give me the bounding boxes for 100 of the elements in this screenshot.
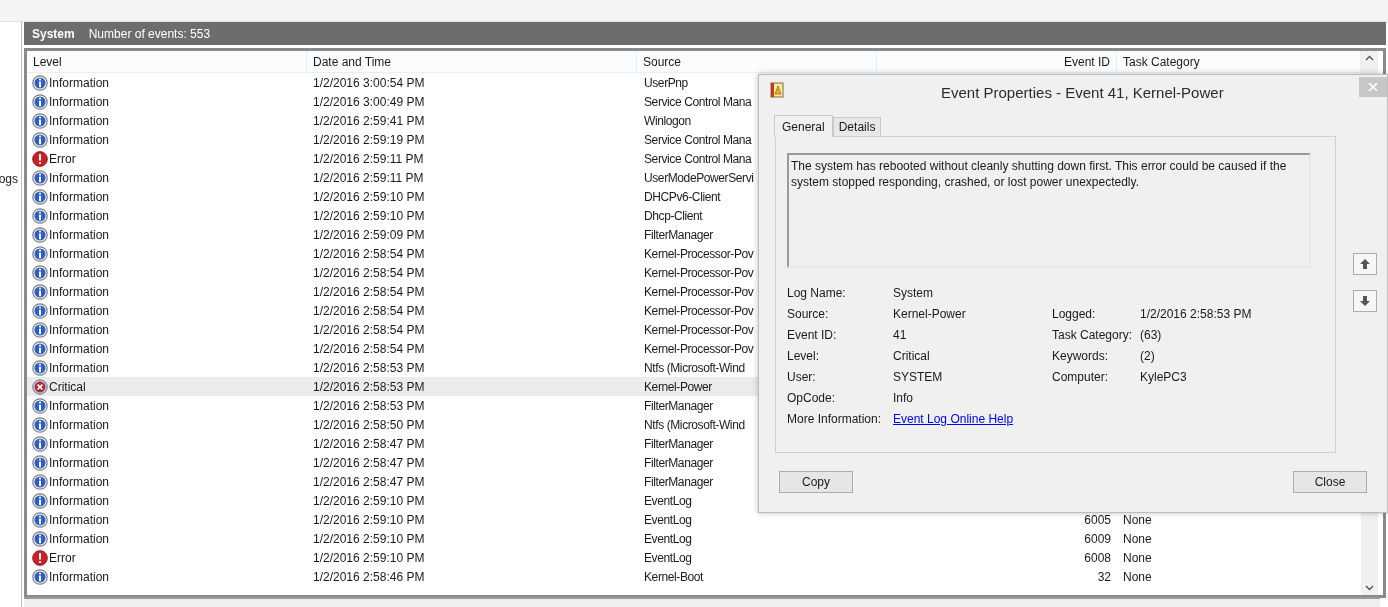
info-icon	[32, 340, 48, 357]
error-icon	[32, 150, 48, 167]
info-icon	[32, 188, 48, 205]
event-row[interactable]: Information 1/2/2016 2:59:10 PM EventLog 6005 None	[27, 510, 1361, 529]
column-header[interactable]: Source	[643, 52, 682, 71]
category-text: None	[1123, 569, 1152, 584]
info-icon	[32, 131, 48, 148]
field-value: Critical	[893, 349, 930, 363]
previous-event-button[interactable]	[1353, 253, 1377, 275]
event-id-text: 6005	[1084, 511, 1111, 529]
level-text: Information	[49, 397, 110, 415]
source-text: Kernel-Processor-Pov	[644, 322, 754, 337]
arrow-up-icon	[1359, 258, 1371, 270]
date-text: 1/2/2016 2:59:10 PM	[313, 550, 425, 565]
source-text: Kernel-Processor-Pov	[644, 341, 754, 356]
date-text: 1/2/2016 2:59:10 PM	[313, 189, 425, 204]
column-header[interactable]: Date and Time	[313, 52, 392, 71]
source-text: EventLog	[644, 531, 692, 546]
level-text: Information	[49, 283, 110, 301]
event-row[interactable]: Information 1/2/2016 2:58:46 PM Kernel-Boot 32 None	[27, 567, 1361, 586]
level-text: Information	[49, 112, 110, 130]
date-text: 1/2/2016 2:58:54 PM	[313, 246, 425, 261]
date-text: 1/2/2016 2:59:10 PM	[313, 531, 425, 546]
field-label: Event ID:	[787, 328, 837, 342]
info-icon	[32, 397, 48, 414]
date-text: 1/2/2016 2:59:09 PM	[313, 227, 425, 242]
column-header[interactable]: Level	[33, 52, 62, 71]
event-id-text: 32	[1097, 568, 1111, 586]
source-text: Kernel-Power	[644, 379, 712, 394]
event-row[interactable]: Information 1/2/2016 2:58:47 PM FilterManager	[27, 434, 1361, 453]
event-row[interactable]: Error 1/2/2016 2:59:10 PM EventLog 6008 None	[27, 548, 1361, 567]
source-text: UserModePowerServi	[644, 170, 754, 185]
category-text: None	[1123, 531, 1152, 546]
dialog-button[interactable]: Close	[1293, 471, 1367, 493]
source-text: Service Control Mana	[644, 94, 752, 109]
critical-icon	[32, 378, 48, 395]
source-text: FilterManager	[644, 398, 713, 413]
info-icon	[32, 435, 48, 452]
info-icon	[32, 511, 48, 528]
event-row[interactable]: Information 1/2/2016 2:59:10 PM EventLog	[27, 491, 1361, 510]
source-text: UserPnp	[644, 75, 688, 90]
event-row[interactable]: Information 1/2/2016 2:59:10 PM EventLog 6009 None	[27, 529, 1361, 548]
message-box: The system has rebooted without cleanly shutting down first. This error could be caused if the system stopped responding, crashed, or lost power unexpectedly.	[787, 153, 1311, 268]
column-header[interactable]: Event ID	[1063, 52, 1110, 71]
column-header[interactable]: Task Category	[1123, 52, 1200, 71]
scroll-down-icon[interactable]	[1365, 585, 1374, 591]
level-text: Information	[49, 74, 110, 92]
date-text: 1/2/2016 2:59:11 PM	[313, 151, 424, 166]
scroll-up-icon[interactable]	[1365, 55, 1374, 61]
event-id-text: 6008	[1084, 549, 1111, 567]
source-text: EventLog	[644, 550, 692, 565]
field-label: Level:	[787, 349, 820, 363]
level-text: Information	[49, 454, 110, 472]
level-text: Information	[49, 302, 110, 320]
info-icon	[32, 454, 48, 471]
date-text: 1/2/2016 2:58:53 PM	[313, 360, 425, 375]
tab[interactable]: General	[774, 115, 833, 137]
field-label: Log Name:	[787, 286, 846, 300]
source-text: FilterManager	[644, 436, 713, 451]
date-text: 1/2/2016 3:00:49 PM	[313, 94, 425, 109]
field-value: Kernel-Power	[893, 307, 966, 321]
date-text: 1/2/2016 3:00:54 PM	[313, 75, 425, 90]
level-text: Critical	[49, 378, 86, 396]
date-text: 1/2/2016 2:58:54 PM	[313, 284, 425, 299]
help-link[interactable]: Event Log Online Help	[893, 412, 1014, 426]
source-text: Service Control Mana	[644, 132, 752, 147]
info-icon	[32, 283, 48, 300]
date-text: 1/2/2016 2:59:11 PM	[313, 170, 424, 185]
level-text: Information	[49, 359, 110, 377]
sidebar-text: ogs	[0, 171, 18, 188]
level-text: Information	[49, 169, 110, 187]
level-text: Information	[49, 93, 110, 111]
info-icon	[32, 321, 48, 338]
date-text: 1/2/2016 2:59:10 PM	[313, 493, 425, 508]
date-text: 1/2/2016 2:58:46 PM	[313, 569, 425, 584]
field-label: Source:	[787, 307, 829, 321]
source-text: Service Control Mana	[644, 151, 752, 166]
source-text: Kernel-Boot	[644, 569, 703, 584]
tab[interactable]: Details	[832, 117, 882, 136]
date-text: 1/2/2016 2:58:54 PM	[313, 322, 425, 337]
source-text: Ntfs (Microsoft-Wind	[644, 417, 745, 432]
date-text: 1/2/2016 2:58:54 PM	[313, 265, 425, 280]
level-text: Information	[49, 492, 110, 510]
info-icon	[32, 207, 48, 224]
level-text: Error	[49, 150, 76, 168]
event-row[interactable]: Information 1/2/2016 2:58:47 PM FilterManager	[27, 453, 1361, 472]
event-count: Number of events: 553	[88, 25, 211, 43]
dialog-button[interactable]: Copy	[779, 471, 853, 493]
info-icon	[32, 245, 48, 262]
info-icon	[32, 264, 48, 281]
field-label: Task Category:	[1052, 328, 1133, 342]
field-value: (2)	[1140, 349, 1155, 363]
next-event-button[interactable]	[1353, 290, 1377, 312]
date-text: 1/2/2016 2:58:50 PM	[313, 417, 425, 432]
info-icon	[32, 226, 48, 243]
source-text: DHCPv6-Client	[644, 189, 721, 204]
event-id-text: 6009	[1084, 530, 1111, 548]
source-text: Winlogon	[644, 113, 691, 128]
info-icon	[32, 568, 48, 585]
source-text: EventLog	[644, 493, 692, 508]
